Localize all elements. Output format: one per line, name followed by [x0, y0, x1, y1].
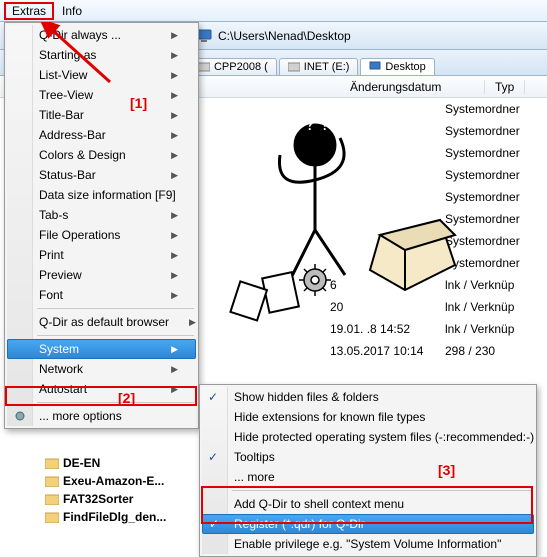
menu-hide-ext[interactable]: Hide extensions for known file types	[202, 407, 534, 427]
folder-icon	[45, 511, 59, 523]
menu-network[interactable]: Network▶	[7, 359, 196, 379]
folder-tree: DE-EN Exeu-Amazon-E... FAT32Sorter FindF…	[45, 454, 166, 526]
menu-preview[interactable]: Preview▶	[7, 265, 196, 285]
menu-titlebar[interactable]: Title-Bar▶	[7, 105, 196, 125]
menu-autostart[interactable]: Autostart▶	[7, 379, 196, 399]
menu-print[interactable]: Print▶	[7, 245, 196, 265]
tab-desktop[interactable]: Desktop	[360, 58, 434, 75]
list-row[interactable]: 13.05.2017 10:14298 / 230	[330, 340, 547, 362]
menu-more-options[interactable]: ... more options	[7, 406, 196, 426]
system-submenu: ✓Show hidden files & folders Hide extens…	[199, 384, 537, 557]
tab-inet[interactable]: INET (E:)	[279, 58, 359, 75]
tree-item[interactable]: DE-EN	[45, 454, 166, 472]
svg-text:? ?: ? ?	[305, 114, 330, 134]
menu-always[interactable]: Q-Dir always ...▶	[7, 25, 196, 45]
menu-register-qdr[interactable]: ✓Register (*.qdr) for Q-Dir	[202, 514, 534, 534]
menu-listview[interactable]: List-View▶	[7, 65, 196, 85]
menu-show-hidden[interactable]: ✓Show hidden files & folders	[202, 387, 534, 407]
folder-icon	[45, 493, 59, 505]
menu-info[interactable]: Info	[54, 2, 90, 20]
menu-font[interactable]: Font▶	[7, 285, 196, 305]
tree-item[interactable]: Exeu-Amazon-E...	[45, 472, 166, 490]
menu-more[interactable]: ... more	[202, 467, 534, 487]
address-path[interactable]: C:\Users\Nenad\Desktop	[218, 29, 351, 43]
menu-enable-privilege[interactable]: Enable privilege e.g. "System Volume Inf…	[202, 534, 534, 554]
menu-tabs[interactable]: Tab-s▶	[7, 205, 196, 225]
monitor-icon	[369, 61, 381, 73]
menu-hide-protected[interactable]: Hide protected operating system files (-…	[202, 427, 534, 447]
menubar: Extras Info	[0, 0, 547, 22]
menu-default-browser[interactable]: Q-Dir as default browser▶	[7, 312, 196, 332]
menu-extras[interactable]: Extras	[4, 2, 54, 20]
menu-addressbar[interactable]: Address-Bar▶	[7, 125, 196, 145]
menu-datasize[interactable]: Data size information [F9]	[7, 185, 196, 205]
menu-starting[interactable]: Starting as▶	[7, 45, 196, 65]
drive-icon	[198, 61, 210, 73]
tree-item[interactable]: FindFileDlg_den...	[45, 508, 166, 526]
folder-icon	[45, 475, 59, 487]
menu-system[interactable]: System▶	[7, 339, 196, 359]
tree-item[interactable]: FAT32Sorter	[45, 490, 166, 508]
extras-menu: Q-Dir always ...▶ Starting as▶ List-View…	[4, 22, 199, 429]
empty-folder-illustration: ? ?	[205, 100, 465, 330]
check-icon: ✓	[208, 450, 218, 464]
drive-icon	[288, 61, 300, 73]
col-date[interactable]: Änderungsdatum	[340, 80, 485, 94]
tab-cpp[interactable]: CPP2008 (	[189, 58, 277, 75]
menu-statusbar[interactable]: Status-Bar▶	[7, 165, 196, 185]
check-icon: ✓	[208, 390, 218, 404]
col-type[interactable]: Typ	[485, 80, 525, 94]
check-icon: ✓	[209, 517, 219, 531]
menu-colors[interactable]: Colors & Design▶	[7, 145, 196, 165]
menu-treeview[interactable]: Tree-View▶	[7, 85, 196, 105]
menu-tooltips[interactable]: ✓Tooltips	[202, 447, 534, 467]
folder-icon	[45, 457, 59, 469]
menu-fileops[interactable]: File Operations▶	[7, 225, 196, 245]
gear-icon	[13, 409, 27, 423]
menu-shell-context[interactable]: Add Q-Dir to shell context menu	[202, 494, 534, 514]
